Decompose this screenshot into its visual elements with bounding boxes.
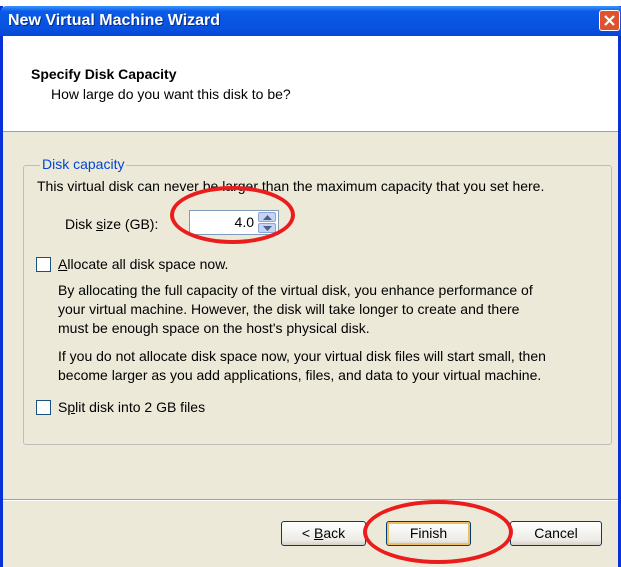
spin-down-button[interactable] [258,223,276,233]
no-allocate-info-line: If you do not allocate disk space now, y… [58,348,546,364]
close-button[interactable] [599,10,620,31]
close-icon [604,15,615,26]
back-button[interactable]: < Back [281,521,366,546]
cancel-button[interactable]: Cancel [510,521,602,546]
disk-size-label: Disk size (GB): [65,216,159,232]
no-allocate-info-line: become larger as you add applications, f… [58,367,542,383]
allocate-info-line: By allocating the full capacity of the v… [58,282,533,298]
spin-up-button[interactable] [258,212,276,222]
finish-button[interactable]: Finish [386,521,471,546]
split-disk-checkbox[interactable] [36,400,51,415]
window-title: New Virtual Machine Wizard [8,12,221,29]
allocate-info-line: must be enough space on the host's physi… [58,320,370,336]
page-title: Specify Disk Capacity [31,66,177,82]
wizard-header: Specify Disk Capacity How large do you w… [3,36,618,132]
wizard-window: New Virtual Machine Wizard Specify Disk … [0,6,621,567]
group-legend: Disk capacity [40,156,127,172]
footer-divider [3,499,618,501]
title-bar[interactable]: New Virtual Machine Wizard [0,6,621,36]
arrow-down-icon [263,226,272,231]
allocate-checkbox[interactable] [36,257,51,272]
split-disk-label[interactable]: Split disk into 2 GB files [58,399,205,415]
capacity-description: This virtual disk can never be larger th… [37,178,545,194]
allocate-label[interactable]: Allocate all disk space now. [58,256,228,272]
disk-size-value[interactable]: 4.0 [235,214,254,230]
allocate-info-line: your virtual machine. However, the disk … [58,301,520,317]
page-subtitle: How large do you want this disk to be? [51,86,291,102]
disk-size-spinner[interactable]: 4.0 [189,210,279,235]
arrow-up-icon [263,215,272,220]
